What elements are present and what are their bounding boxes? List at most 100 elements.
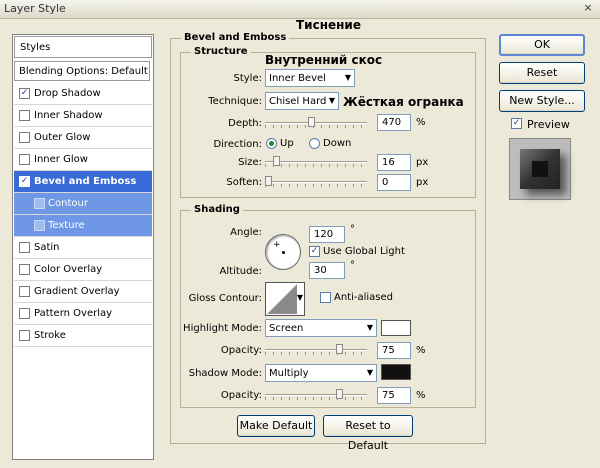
style-item-drop-shadow[interactable]: ✓ Drop Shadow xyxy=(14,83,152,105)
style-item-label: Drop Shadow xyxy=(34,88,101,99)
style-item-texture[interactable]: Texture xyxy=(14,215,152,237)
style-label: Style: xyxy=(233,73,263,84)
style-item-bevel-and-emboss[interactable]: ✓ Bevel and Emboss xyxy=(14,171,152,193)
shadow-mode-value: Multiply xyxy=(269,368,309,379)
style-item-label: Texture xyxy=(48,220,85,231)
style-item-checkbox[interactable] xyxy=(19,264,30,275)
shadow-opacity-label: Opacity: xyxy=(220,390,262,401)
style-item-color-overlay[interactable]: Color Overlay xyxy=(14,259,152,281)
slider-thumb[interactable] xyxy=(265,176,272,186)
blending-options-item[interactable]: Blending Options: Default xyxy=(14,61,150,81)
style-item-checkbox[interactable]: ✓ xyxy=(19,176,30,187)
ok-button[interactable]: OK xyxy=(499,34,585,56)
technique-label: Technique: xyxy=(208,96,262,107)
style-item-label: Bevel and Emboss xyxy=(34,176,137,187)
global-light-label: Use Global Light xyxy=(323,246,405,257)
style-item-checkbox[interactable]: ✓ xyxy=(19,88,30,99)
angle-deg: ° xyxy=(350,224,355,235)
angle-dial[interactable]: + xyxy=(265,234,301,270)
slider-thumb[interactable] xyxy=(272,156,280,166)
anti-aliased-label: Anti-aliased xyxy=(334,292,394,303)
highlight-mode-select[interactable]: Screen ▼ xyxy=(265,319,377,337)
style-item-checkbox[interactable] xyxy=(19,286,30,297)
close-icon[interactable]: × xyxy=(580,1,596,15)
depth-unit: % xyxy=(416,117,426,128)
new-style-button[interactable]: New Style... xyxy=(499,90,585,112)
annotation-chisel-hard: Жёсткая огранка xyxy=(343,95,464,109)
style-item-label: Stroke xyxy=(34,330,66,341)
technique-select[interactable]: Chisel Hard ▼ xyxy=(265,92,339,110)
shadow-opacity-input[interactable]: 75 xyxy=(377,387,411,404)
depth-slider[interactable] xyxy=(265,117,367,129)
style-item-checkbox[interactable] xyxy=(19,132,30,143)
style-item-checkbox[interactable] xyxy=(19,110,30,121)
style-item-stroke[interactable]: Stroke xyxy=(14,325,152,347)
style-item-inner-glow[interactable]: Inner Glow xyxy=(14,149,152,171)
shadow-opacity-slider[interactable] xyxy=(265,389,367,401)
style-item-checkbox[interactable] xyxy=(19,330,30,341)
direction-up-radio[interactable] xyxy=(266,138,277,149)
shadow-color-swatch[interactable] xyxy=(381,364,411,380)
depth-input[interactable]: 470 xyxy=(377,114,411,131)
style-item-label: Inner Glow xyxy=(34,154,88,165)
reset-button[interactable]: Reset xyxy=(499,62,585,84)
style-item-pattern-overlay[interactable]: Pattern Overlay xyxy=(14,303,152,325)
soften-slider[interactable] xyxy=(265,176,367,188)
style-item-inner-shadow[interactable]: Inner Shadow xyxy=(14,105,152,127)
size-input[interactable]: 16 xyxy=(377,154,411,171)
chevron-down-icon: ▼ xyxy=(328,96,335,105)
slider-thumb[interactable] xyxy=(336,389,344,399)
style-item-checkbox[interactable] xyxy=(34,220,45,231)
styles-header-label: Styles xyxy=(20,42,51,53)
style-item-checkbox[interactable] xyxy=(34,198,45,209)
highlight-opacity-unit: % xyxy=(416,345,426,356)
shadow-mode-label: Shadow Mode: xyxy=(188,368,262,379)
bevel-emboss-title: Bevel and Emboss xyxy=(181,32,290,43)
reset-to-default-button[interactable]: Reset to Default xyxy=(323,415,413,452)
shadow-opacity-unit: % xyxy=(416,390,426,401)
style-item-contour[interactable]: Contour xyxy=(14,193,152,215)
soften-input[interactable]: 0 xyxy=(377,174,411,191)
altitude-input[interactable]: 30 xyxy=(309,262,345,279)
angle-input[interactable]: 120 xyxy=(309,226,345,243)
shadow-mode-select[interactable]: Multiply ▼ xyxy=(265,364,377,382)
size-slider[interactable] xyxy=(265,156,367,168)
highlight-opacity-label: Opacity: xyxy=(220,345,262,356)
highlight-mode-label: Highlight Mode: xyxy=(183,323,262,334)
style-item-checkbox[interactable] xyxy=(19,242,30,253)
style-select-value: Inner Bevel xyxy=(269,73,326,84)
style-item-label: Outer Glow xyxy=(34,132,91,143)
style-item-label: Gradient Overlay xyxy=(34,286,120,297)
highlight-opacity-input[interactable]: 75 xyxy=(377,342,411,359)
direction-down-label: Down xyxy=(323,138,352,149)
make-default-button[interactable]: Make Default xyxy=(237,415,315,437)
styles-header[interactable]: Styles xyxy=(14,36,152,58)
style-item-gradient-overlay[interactable]: Gradient Overlay xyxy=(14,281,152,303)
chevron-down-icon: ▼ xyxy=(366,368,373,377)
blending-options-label: Blending Options: Default xyxy=(19,66,148,77)
depth-label: Depth: xyxy=(228,118,262,129)
direction-down-radio[interactable] xyxy=(309,138,320,149)
gloss-contour-picker[interactable]: ▼ xyxy=(265,282,305,316)
preview-checkbox[interactable]: ✓ xyxy=(511,118,522,129)
style-item-checkbox[interactable] xyxy=(19,154,30,165)
preview-label: Preview xyxy=(527,118,570,131)
highlight-color-swatch[interactable] xyxy=(381,320,411,336)
global-light-checkbox[interactable]: ✓ xyxy=(309,246,320,257)
style-item-checkbox[interactable] xyxy=(19,308,30,319)
annotation-emboss: Тиснение xyxy=(296,18,361,32)
anti-aliased-checkbox[interactable] xyxy=(320,292,331,303)
window-title: Layer Style xyxy=(4,2,66,15)
annotation-inner-bevel: Внутренний скос xyxy=(265,53,383,67)
style-item-label: Satin xyxy=(34,242,60,253)
slider-thumb[interactable] xyxy=(336,344,344,354)
style-item-outer-glow[interactable]: Outer Glow xyxy=(14,127,152,149)
contour-icon xyxy=(267,284,297,314)
slider-thumb[interactable] xyxy=(307,117,315,127)
style-item-satin[interactable]: Satin xyxy=(14,237,152,259)
style-item-label: Pattern Overlay xyxy=(34,308,113,319)
highlight-opacity-slider[interactable] xyxy=(265,344,367,356)
gloss-contour-label: Gloss Contour: xyxy=(188,293,262,304)
soften-unit: px xyxy=(416,177,429,188)
style-select[interactable]: Inner Bevel ▼ xyxy=(265,69,355,87)
